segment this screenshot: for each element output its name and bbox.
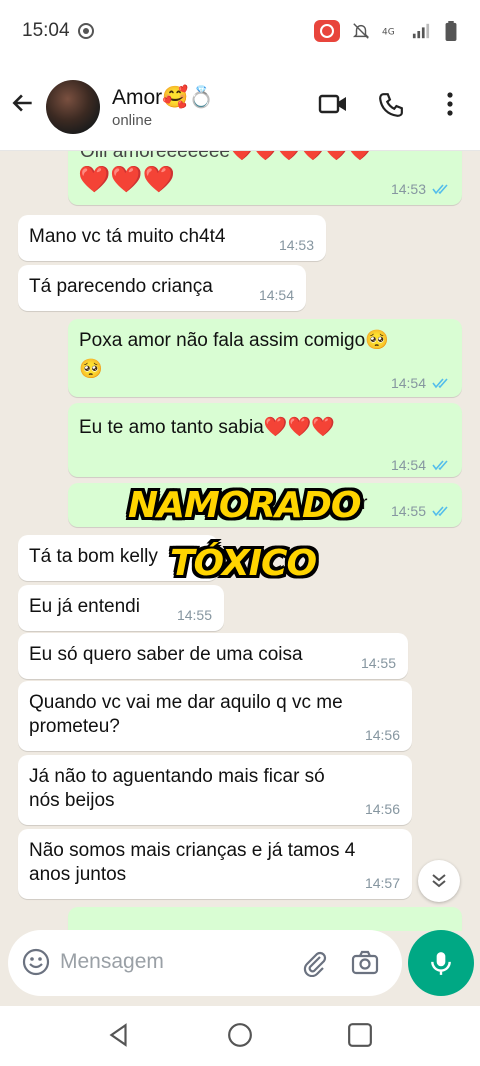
more-options-icon[interactable] — [446, 92, 454, 116]
outgoing-message[interactable]: Poxa amor não fala assim comigo🥺 🥺 14:54 — [68, 319, 462, 397]
contact-name[interactable]: Amor🥰💍 — [112, 86, 214, 110]
avatar[interactable] — [46, 80, 100, 134]
incoming-message[interactable]: Quando vc vai me dar aquilo q vc me prom… — [18, 681, 412, 751]
overlay-title-line1: NAMORADO — [128, 485, 361, 526]
screen-record-icon — [78, 23, 94, 39]
message-text: Tá ta bom kelly — [29, 546, 158, 567]
message-input[interactable]: Mensagem — [60, 950, 164, 974]
back-arrow-icon[interactable] — [10, 90, 36, 116]
read-receipt-icon — [432, 184, 448, 195]
message-text-line1: Não somos mais crianças e já tamos 4 — [29, 840, 356, 861]
video-call-icon[interactable] — [318, 92, 348, 116]
message-emojis: ❤️❤️❤️ — [78, 164, 176, 194]
microphone-icon — [431, 952, 451, 975]
message-time: 14:56 — [364, 727, 400, 743]
scroll-to-bottom-button[interactable] — [418, 860, 460, 902]
nav-recents-icon[interactable] — [347, 1022, 373, 1048]
chat-header: Amor🥰💍 online — [0, 64, 480, 151]
outgoing-message[interactable]: Eu te amo tanto sabia❤️❤️❤️ 14:54 — [68, 403, 462, 477]
incoming-message[interactable]: Eu já entendi 14:55 — [18, 585, 224, 631]
message-time: 14:53 — [390, 181, 426, 197]
emoji-icon[interactable] — [22, 948, 50, 976]
message-time: 14:53 — [278, 237, 314, 253]
nav-home-icon[interactable] — [227, 1022, 253, 1048]
incoming-message[interactable]: Mano vc tá muito ch4t4 14:53 — [18, 215, 326, 261]
message-time: 14:54 — [258, 287, 294, 303]
camera-icon[interactable] — [351, 949, 379, 977]
message-text: Eu só quero saber de uma coisa — [29, 644, 303, 665]
read-receipt-icon — [432, 378, 448, 389]
status-time: 15:04 — [22, 20, 70, 41]
double-chevron-down-icon — [432, 874, 446, 888]
message-text: Mano vc tá muito ch4t4 — [29, 226, 226, 247]
message-text-line1: Poxa amor não fala assim comigo🥺 — [79, 330, 389, 351]
message-time: 14:55 — [360, 655, 396, 671]
incoming-message[interactable]: Eu só quero saber de uma coisa 14:55 — [18, 633, 408, 679]
system-nav-bar — [0, 1006, 480, 1066]
read-receipt-icon — [432, 506, 448, 517]
status-bar: 15:04 4G — [0, 0, 480, 64]
svg-text:4G: 4G — [382, 28, 395, 38]
network-icon: 4G — [382, 28, 395, 38]
status-icons: 4G — [314, 20, 460, 42]
attach-icon[interactable] — [300, 949, 328, 977]
battery-icon — [445, 21, 457, 41]
message-text-line2: prometeu? — [29, 716, 120, 737]
message-text-line1: Quando vc vai me dar aquilo q vc me — [29, 692, 343, 713]
bell-muted-icon — [352, 23, 370, 39]
message-text: Tá parecendo criança — [29, 276, 213, 297]
message-text: Eu te amo tanto sabia❤️❤️❤️ — [79, 417, 335, 438]
contact-status: online — [112, 112, 153, 129]
incoming-message[interactable]: Não somos mais crianças e já tamos 4 ano… — [18, 829, 412, 899]
message-time: 14:54 — [390, 457, 426, 473]
message-time: 14:55 — [176, 607, 212, 623]
incoming-message[interactable]: Tá parecendo criança 14:54 — [18, 265, 306, 311]
message-composer[interactable]: Mensagem — [8, 930, 402, 996]
message-text: Eu já entendi — [29, 596, 140, 617]
read-receipt-icon — [432, 460, 448, 471]
phone-call-icon[interactable] — [378, 92, 404, 118]
message-time: 14:57 — [364, 875, 400, 891]
nav-back-icon[interactable] — [106, 1022, 132, 1048]
signal-icon — [412, 23, 430, 39]
message-text-line2: 🥺 — [79, 359, 103, 380]
outgoing-message[interactable] — [68, 907, 462, 931]
message-text: Oiii amoreeeeeee❤️❤️❤️❤️❤️❤️ — [80, 151, 372, 162]
message-time: 14:55 — [390, 503, 426, 519]
message-text-line2: anos juntos — [29, 864, 127, 885]
message-time: 14:54 — [390, 375, 426, 391]
incoming-message[interactable]: Já não to aguentando mais ficar só nós b… — [18, 755, 412, 825]
message-text-line1: Já não to aguentando mais ficar só — [29, 766, 325, 787]
chat-area[interactable]: Oiii amoreeeeeee❤️❤️❤️❤️❤️❤️ ❤️❤️❤️ 14:5… — [0, 151, 480, 931]
message-text-line2: nós beijos — [29, 790, 115, 811]
message-time: 14:56 — [364, 801, 400, 817]
recording-badge-icon — [314, 20, 340, 42]
overlay-title-line2: TÓXICO — [170, 543, 317, 584]
outgoing-message[interactable]: Oiii amoreeeeeee❤️❤️❤️❤️❤️❤️ ❤️❤️❤️ 14:5… — [68, 151, 462, 205]
voice-message-button[interactable] — [408, 930, 474, 996]
